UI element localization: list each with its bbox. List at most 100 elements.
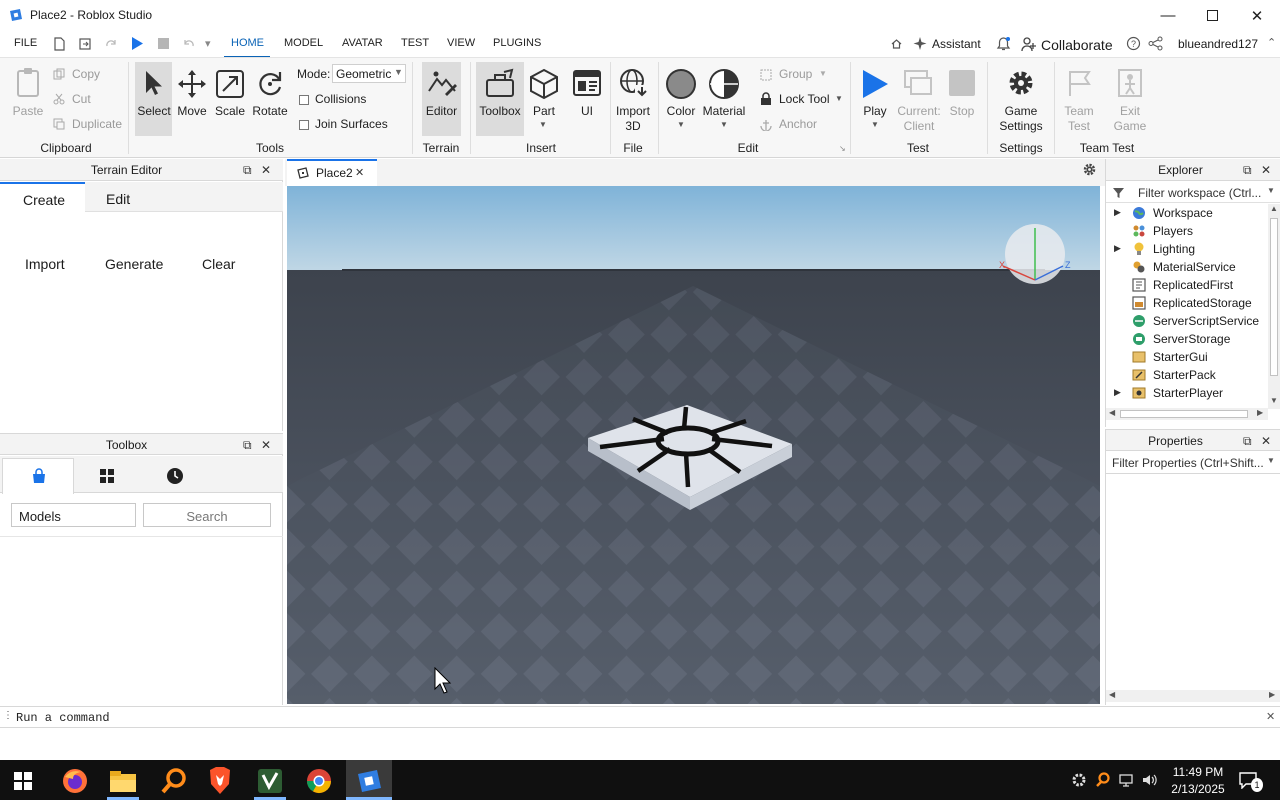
search-tool-icon[interactable] (160, 767, 188, 795)
close-panel-icon[interactable]: ✕ (1261, 163, 1271, 177)
minimize-button[interactable]: — (1145, 0, 1191, 31)
play-button[interactable]: Play (857, 104, 893, 119)
close-window-button[interactable]: ✕ (1234, 0, 1280, 31)
select-tool-button[interactable]: Select (136, 104, 172, 119)
brave-icon[interactable] (207, 766, 233, 796)
firefox-icon[interactable] (61, 767, 89, 795)
lock-tool-button[interactable]: Lock Tool (779, 92, 829, 106)
color-chevron-icon[interactable]: ▼ (677, 120, 685, 129)
clock-date[interactable]: 2/13/2025 (1164, 782, 1232, 796)
tree-item-starterplayer[interactable]: StarterPlayer (1153, 386, 1223, 400)
ui-button[interactable]: UI (570, 104, 604, 119)
close-panel-icon[interactable]: ✕ (1261, 434, 1271, 448)
mode-dropdown[interactable]: Geometric ▼ (332, 64, 406, 83)
undock-icon[interactable]: ⧉ (1243, 163, 1252, 178)
scroll-up-icon[interactable]: ▲ (1270, 204, 1278, 213)
duplicate-button[interactable]: Duplicate (72, 117, 122, 131)
viewport-settings-gear-icon[interactable] (1082, 162, 1097, 177)
tree-item-startergui[interactable]: StarterGui (1153, 350, 1208, 364)
terrain-editor-button[interactable]: Editor (423, 104, 460, 119)
scroll-left-icon[interactable]: ◀ (1109, 690, 1115, 699)
tree-item-workspace[interactable]: Workspace (1153, 206, 1213, 220)
recent-tab[interactable] (142, 458, 207, 494)
tree-item-serverstorage[interactable]: ServerStorage (1153, 332, 1230, 346)
scroll-right-icon[interactable]: ▶ (1269, 690, 1275, 699)
tab-create[interactable]: Create (0, 182, 85, 212)
scroll-down-icon[interactable]: ▼ (1270, 396, 1278, 405)
tree-item-serverscriptservice[interactable]: ServerScriptService (1153, 314, 1259, 328)
scrollbar-thumb[interactable] (1270, 218, 1278, 376)
notification-bell-icon[interactable] (996, 36, 1011, 52)
part-button[interactable]: Part (526, 104, 562, 119)
settings-tray-icon[interactable] (1071, 772, 1087, 788)
assistant-button[interactable]: Assistant (932, 37, 981, 51)
file-menu[interactable]: FILE (14, 37, 37, 49)
search-tray-icon[interactable] (1095, 772, 1111, 788)
tab-model[interactable]: MODEL (284, 37, 323, 49)
maximize-button[interactable] (1189, 0, 1235, 31)
undock-icon[interactable]: ⧉ (243, 163, 252, 178)
team-test-button[interactable]: Team Test (1058, 104, 1100, 134)
close-tab-icon[interactable]: ✕ (355, 166, 364, 179)
part-chevron-icon[interactable]: ▼ (539, 120, 547, 129)
undock-icon[interactable]: ⧉ (1243, 434, 1252, 449)
import-3d-button[interactable]: Import 3D (612, 104, 654, 134)
open-file-icon[interactable] (78, 37, 92, 51)
copy-button[interactable]: Copy (72, 67, 100, 81)
play-chevron-icon[interactable]: ▼ (871, 120, 879, 129)
tab-place2[interactable]: Place2 ✕ (287, 159, 377, 186)
scale-tool-button[interactable]: Scale (212, 104, 248, 119)
material-button[interactable]: Material (700, 104, 748, 119)
clock-time[interactable]: 11:49 PM (1168, 765, 1228, 779)
visual-studio-code-icon[interactable] (256, 767, 284, 795)
tab-test[interactable]: TEST (401, 37, 429, 49)
explorer-scrollbar[interactable]: ▲ ▼ (1268, 204, 1280, 409)
home-icon[interactable] (890, 37, 903, 50)
tree-item-lighting[interactable]: Lighting (1153, 242, 1195, 256)
command-bar[interactable]: ⋮ Run a command ✕ (0, 706, 1280, 728)
explorer-hscrollbar[interactable]: ◀ ▶ (1106, 408, 1268, 420)
cut-button[interactable]: Cut (72, 92, 91, 106)
import-terrain-button[interactable]: Import (25, 256, 65, 272)
explorer-filter-input[interactable]: Filter workspace (Ctrl... ▼ (1106, 182, 1280, 203)
color-button[interactable]: Color (662, 104, 700, 119)
windows-start-icon[interactable] (14, 772, 32, 790)
close-panel-icon[interactable]: ✕ (261, 438, 271, 452)
undock-icon[interactable]: ⧉ (243, 438, 252, 453)
chevron-up-icon[interactable]: ⌃ (1267, 36, 1276, 49)
expand-icon[interactable]: ↘ (839, 144, 846, 153)
move-tool-button[interactable]: Move (174, 104, 210, 119)
tab-home[interactable]: HOME (231, 37, 264, 49)
close-panel-icon[interactable]: ✕ (261, 163, 271, 177)
stop-button[interactable]: Stop (944, 104, 980, 119)
category-dropdown[interactable]: Models (11, 503, 136, 527)
tab-view[interactable]: VIEW (447, 37, 475, 49)
username[interactable]: blueandred127 (1178, 37, 1258, 51)
volume-icon[interactable] (1141, 772, 1159, 788)
share-icon[interactable] (1148, 36, 1163, 51)
new-file-icon[interactable] (53, 37, 66, 51)
tab-plugins[interactable]: PLUGINS (493, 37, 541, 49)
properties-hscrollbar[interactable]: ◀ ▶ (1106, 690, 1280, 702)
rotate-tool-button[interactable]: Rotate (251, 104, 289, 119)
tree-item-players[interactable]: Players (1153, 224, 1193, 238)
marketplace-tab[interactable] (2, 458, 74, 494)
collaborate-button[interactable]: Collaborate (1041, 37, 1113, 53)
toolbox-search-input[interactable]: Search (143, 503, 271, 527)
hscrollbar-thumb[interactable] (1120, 410, 1248, 418)
join-surfaces-checkbox[interactable] (299, 120, 309, 130)
tree-item-materialservice[interactable]: MaterialService (1153, 260, 1236, 274)
roblox-studio-taskbar-icon[interactable] (355, 768, 383, 794)
close-command-bar-icon[interactable]: ✕ (1266, 710, 1275, 723)
tab-edit[interactable]: Edit (85, 182, 283, 212)
expand-arrow-icon[interactable]: ▶ (1114, 387, 1121, 398)
scroll-left-icon[interactable]: ◀ (1109, 408, 1115, 417)
scroll-right-icon[interactable]: ▶ (1257, 408, 1263, 417)
play-icon[interactable] (130, 36, 144, 51)
expand-arrow-icon[interactable]: ▶ (1114, 207, 1121, 218)
expand-arrow-icon[interactable]: ▶ (1114, 243, 1121, 254)
file-explorer-icon[interactable] (109, 768, 137, 794)
current-client-button[interactable]: Current: Client (894, 104, 944, 134)
more-icon[interactable]: ▾ (205, 37, 211, 50)
lock-chevron-icon[interactable]: ▼ (835, 94, 843, 103)
